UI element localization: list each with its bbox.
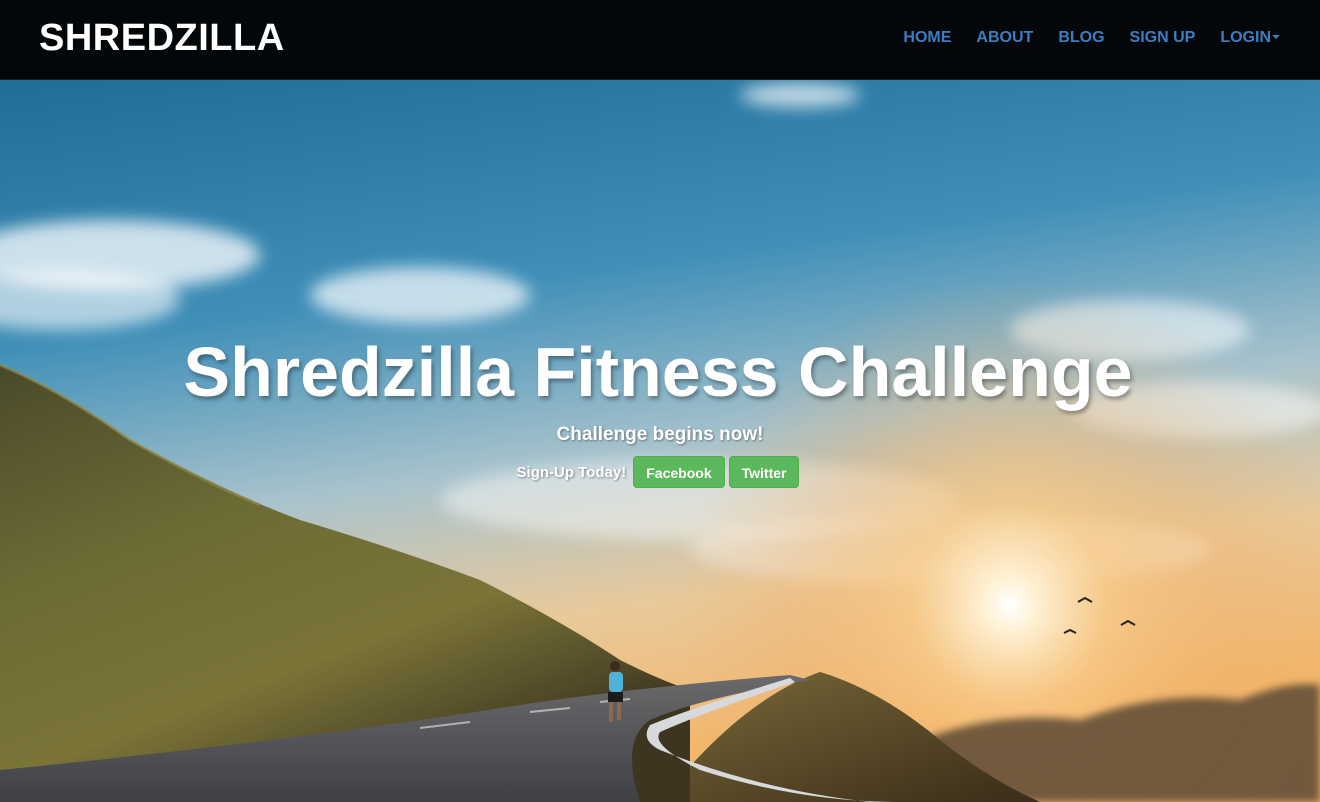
brand-logo[interactable]: SHREDZILLA	[39, 16, 285, 60]
nav-item-login-label: LOGIN	[1220, 29, 1271, 46]
navbar: SHREDZILLA HOME ABOUT BLOG SIGN UP LOGIN	[0, 0, 1320, 80]
hero-subtitle: Challenge begins now!	[556, 424, 764, 445]
page: SHREDZILLA HOME ABOUT BLOG SIGN UP LOGIN	[0, 0, 1320, 802]
hero-content: Shredzilla Fitness Challenge Challenge b…	[0, 332, 1320, 488]
nav-item-login[interactable]: LOGIN	[1220, 27, 1280, 49]
nav-item-about[interactable]: ABOUT	[976, 27, 1033, 49]
facebook-button[interactable]: Facebook	[633, 456, 725, 488]
nav-item-sign-up[interactable]: SIGN UP	[1130, 27, 1196, 49]
cta-row: Sign-Up Today! Facebook Twitter	[0, 456, 1320, 488]
twitter-button[interactable]: Twitter	[728, 456, 800, 488]
nav-item-blog[interactable]: BLOG	[1058, 27, 1104, 49]
hero-section: Shredzilla Fitness Challenge Challenge b…	[0, 80, 1320, 802]
nav-menu: HOME ABOUT BLOG SIGN UP LOGIN	[878, 27, 1280, 49]
hero-title: Shredzilla Fitness Challenge	[183, 333, 1133, 411]
cta-label: Sign-Up Today!	[516, 463, 627, 481]
nav-item-home[interactable]: HOME	[903, 27, 951, 49]
caret-down-icon	[1272, 34, 1280, 39]
